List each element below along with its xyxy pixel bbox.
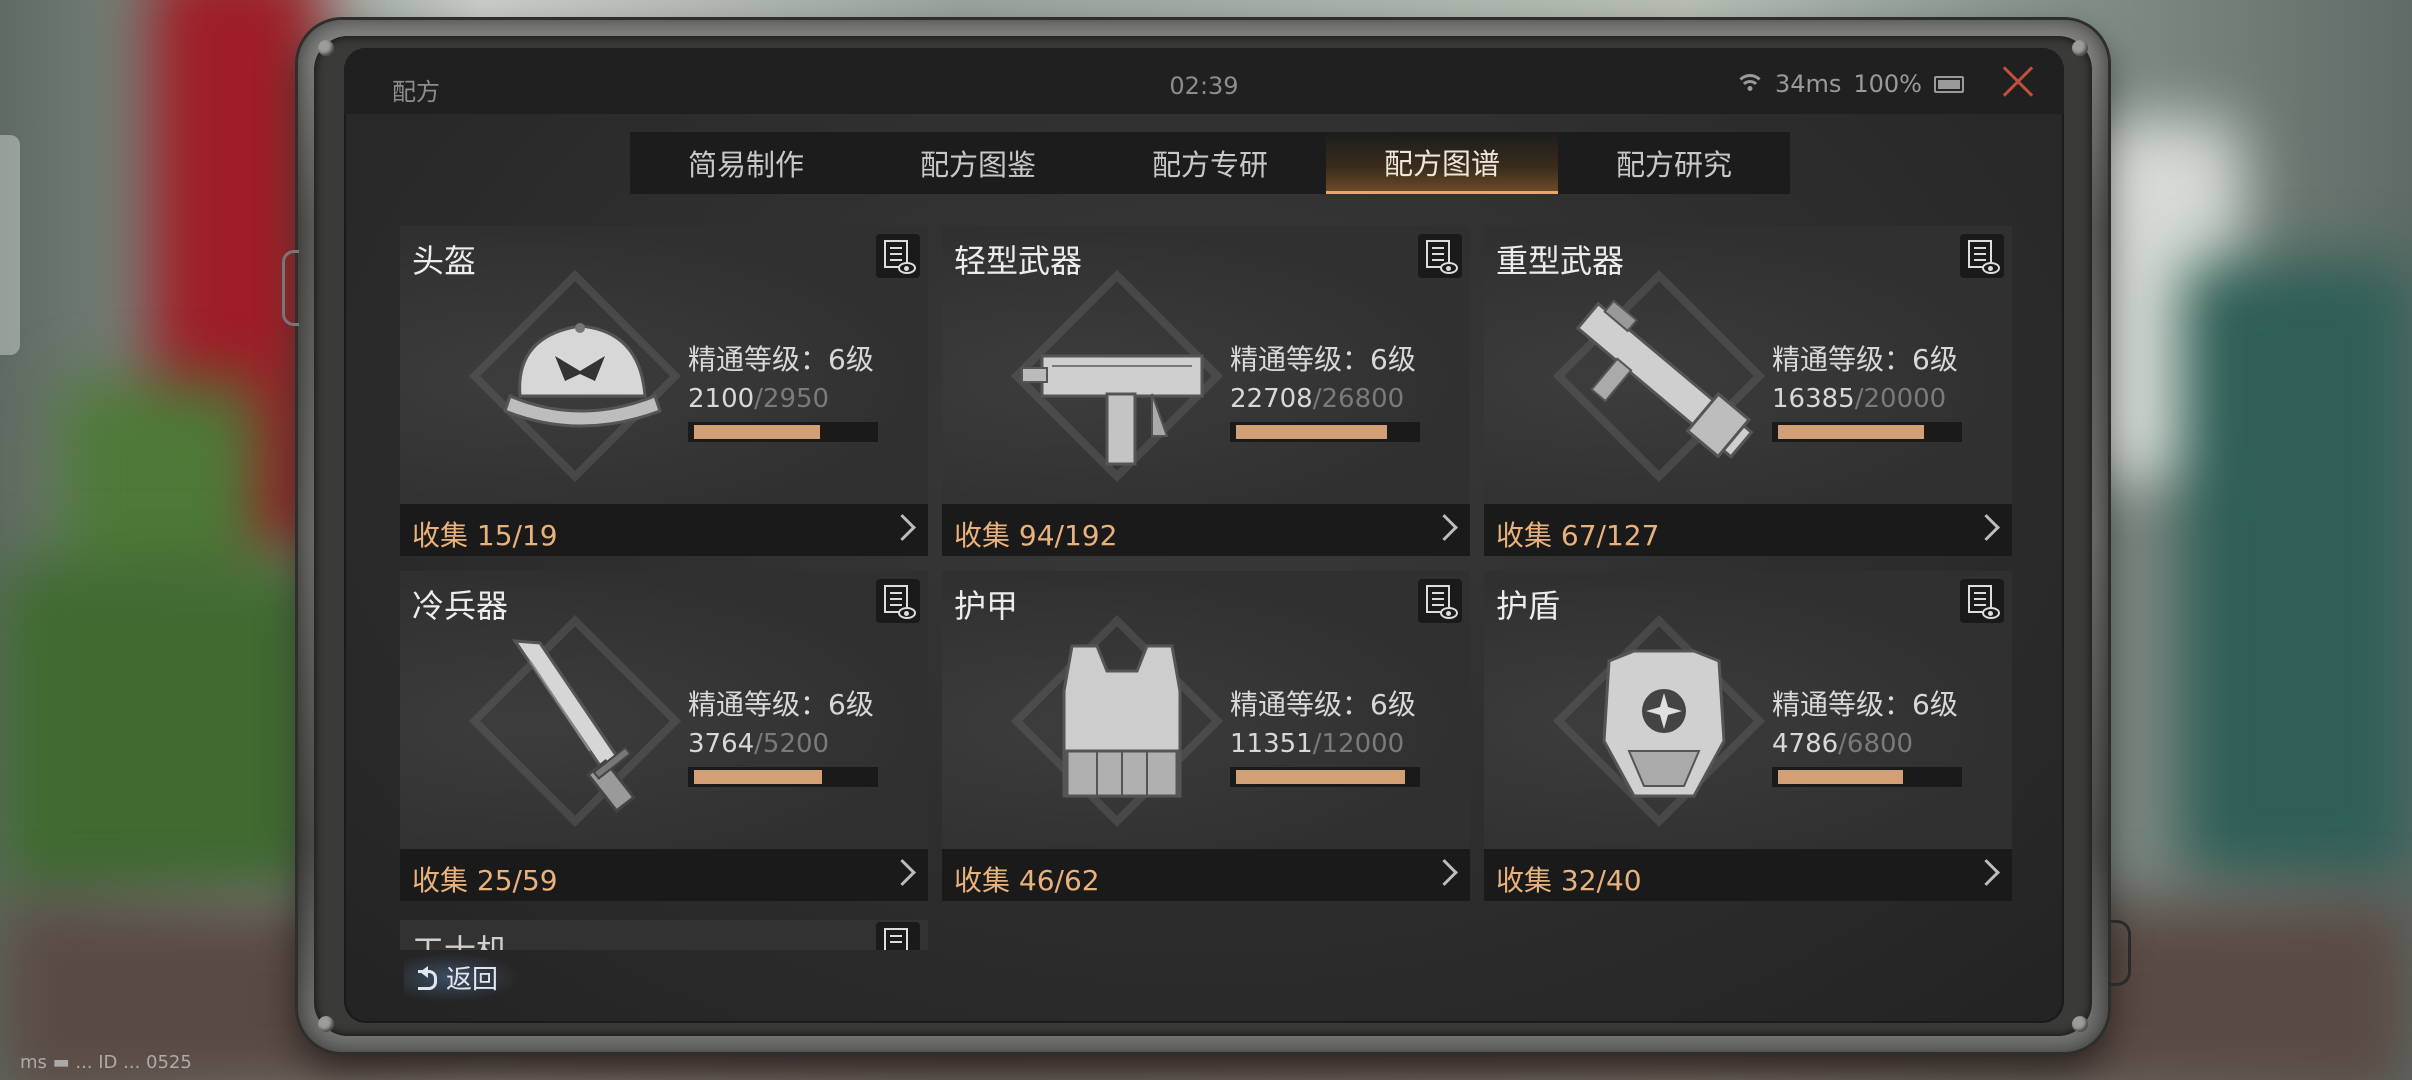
tab-simple-craft[interactable]: 简易制作 bbox=[630, 132, 862, 194]
catalog-view-icon[interactable] bbox=[1418, 234, 1462, 278]
mastery-level: 精通等级：6级 bbox=[1772, 688, 1958, 721]
collection-row[interactable]: 收集 15/19 bbox=[400, 504, 928, 556]
mastery-exp: 22708/26800 bbox=[1230, 384, 1405, 414]
chevron-right-icon bbox=[1973, 514, 2000, 541]
mastery-level: 精通等级：6级 bbox=[1230, 343, 1416, 376]
collection-row[interactable]: 收集 46/62 bbox=[942, 849, 1470, 901]
tab-recipe-research[interactable]: 配方研究 bbox=[1558, 132, 1790, 194]
card-title: 冷兵器 bbox=[412, 587, 509, 625]
card-title: 工士机 bbox=[412, 926, 508, 950]
debug-overlay: ms ▬ ... ID ... 0525 bbox=[20, 1052, 192, 1073]
progress-bar bbox=[1772, 422, 1962, 442]
progress-fill bbox=[694, 770, 822, 784]
return-arrow-icon bbox=[414, 965, 438, 990]
helmet-cap-icon bbox=[503, 323, 662, 428]
collection-row[interactable]: 收集 25/59 bbox=[400, 849, 928, 901]
progress-fill bbox=[1778, 425, 1924, 439]
category-card-helmet[interactable]: 头盔 精通等级：6级 2100/2950 收集 15/19 bbox=[400, 226, 928, 556]
collection-row[interactable]: 收集 32/40 bbox=[1484, 849, 2012, 901]
mastery-exp: 2100/2950 bbox=[688, 384, 830, 414]
recipe-screen: 配方 02:39 34ms 100% 简易制作 配方图鉴 配方专研 配方图谱 配… bbox=[344, 48, 2064, 1023]
tab-bar: 简易制作 配方图鉴 配方专研 配方图谱 配方研究 bbox=[630, 132, 1790, 194]
mastery-level: 精通等级：6级 bbox=[688, 688, 874, 721]
catalog-view-icon[interactable] bbox=[1960, 234, 2004, 278]
catalog-view-icon[interactable] bbox=[876, 922, 920, 950]
card-title: 头盔 bbox=[412, 242, 477, 280]
close-icon[interactable] bbox=[1998, 62, 2038, 102]
tab-recipe-codex[interactable]: 配方图鉴 bbox=[862, 132, 1094, 194]
connection-status: 34ms 100% bbox=[1734, 70, 1964, 98]
mastery-exp: 3764/5200 bbox=[688, 729, 830, 759]
tab-recipe-study[interactable]: 配方专研 bbox=[1094, 132, 1326, 194]
category-card-shield[interactable]: 护盾 精通等级：6级 4786/6800 收集 32/40 bbox=[1484, 571, 2012, 901]
rocket-launcher-icon bbox=[1575, 299, 1754, 459]
catalog-view-icon[interactable] bbox=[1960, 579, 2004, 623]
mastery-exp: 16385/20000 bbox=[1772, 384, 1947, 414]
collection-row[interactable]: 收集 67/127 bbox=[1484, 504, 2012, 556]
collection-count: 收集 32/40 bbox=[1496, 864, 1642, 897]
mastery-level: 精通等级：6级 bbox=[1230, 688, 1416, 721]
chevron-right-icon bbox=[889, 859, 916, 886]
progress-fill bbox=[1778, 770, 1903, 784]
card-title: 重型武器 bbox=[1496, 242, 1625, 280]
chevron-right-icon bbox=[1973, 859, 2000, 886]
progress-fill bbox=[1236, 425, 1387, 439]
status-bar: 配方 02:39 34ms 100% bbox=[344, 48, 2064, 114]
category-card-melee-weapons[interactable]: 冷兵器 精通等级：6级 3764/5200 收集 25/59 bbox=[400, 571, 928, 901]
collection-count: 收集 94/192 bbox=[954, 519, 1118, 552]
catalog-view-icon[interactable] bbox=[876, 234, 920, 278]
category-card-light-weapons[interactable]: 轻型武器 精通等级：6级 22708/26800 收集 94/192 bbox=[942, 226, 1470, 556]
mastery-exp: 4786/6800 bbox=[1772, 729, 1914, 759]
progress-bar bbox=[688, 767, 878, 787]
chevron-right-icon bbox=[1431, 859, 1458, 886]
collection-row[interactable]: 收集 94/192 bbox=[942, 504, 1470, 556]
category-card-armor[interactable]: 护甲 精通等级：6级 11351/12000 收集 46/62 bbox=[942, 571, 1470, 901]
category-card-heavy-weapons[interactable]: 重型武器 精通等级：6级 16385/20000 收集 67/127 bbox=[1484, 226, 2012, 556]
progress-bar bbox=[1230, 422, 1420, 442]
machete-icon bbox=[511, 639, 636, 814]
category-card-partial[interactable]: 工士机 bbox=[400, 920, 928, 950]
mastery-exp: 11351/12000 bbox=[1230, 729, 1405, 759]
frame-clip-right bbox=[2108, 920, 2131, 986]
card-title: 轻型武器 bbox=[954, 242, 1083, 280]
frame-clip-left bbox=[282, 250, 299, 326]
mastery-level: 精通等级：6级 bbox=[688, 343, 874, 376]
back-label: 返回 bbox=[446, 965, 499, 995]
chest-shield-icon bbox=[1602, 649, 1726, 798]
body-armor-vest-icon bbox=[1062, 644, 1182, 798]
progress-bar bbox=[1772, 767, 1962, 787]
card-title: 护甲 bbox=[954, 587, 1019, 625]
mastery-level: 精通等级：6级 bbox=[1772, 343, 1958, 376]
catalog-view-icon[interactable] bbox=[1418, 579, 1462, 623]
back-button[interactable]: 返回 bbox=[404, 953, 521, 1002]
tab-recipe-atlas[interactable]: 配方图谱 bbox=[1326, 132, 1558, 194]
debug-text: ms ▬ ... ID ... 0525 bbox=[20, 1052, 192, 1073]
chevron-right-icon bbox=[1431, 514, 1458, 541]
collection-count: 收集 15/19 bbox=[412, 519, 558, 552]
collection-count: 收集 67/127 bbox=[1496, 519, 1660, 552]
edge-pull-tab[interactable] bbox=[0, 135, 20, 355]
progress-bar bbox=[688, 422, 878, 442]
progress-fill bbox=[1236, 770, 1405, 784]
progress-fill bbox=[694, 425, 820, 439]
battery-icon bbox=[1934, 75, 1964, 93]
progress-bar bbox=[1230, 767, 1420, 787]
card-title: 护盾 bbox=[1496, 587, 1561, 625]
wifi-icon bbox=[1734, 74, 1765, 94]
ping-value: 34ms bbox=[1774, 70, 1842, 98]
collection-count: 收集 25/59 bbox=[412, 864, 558, 897]
battery-value: 100% bbox=[1853, 70, 1922, 98]
catalog-view-icon[interactable] bbox=[876, 579, 920, 623]
collection-count: 收集 46/62 bbox=[954, 864, 1100, 897]
chevron-right-icon bbox=[889, 514, 916, 541]
submachine-gun-icon bbox=[1021, 354, 1204, 466]
